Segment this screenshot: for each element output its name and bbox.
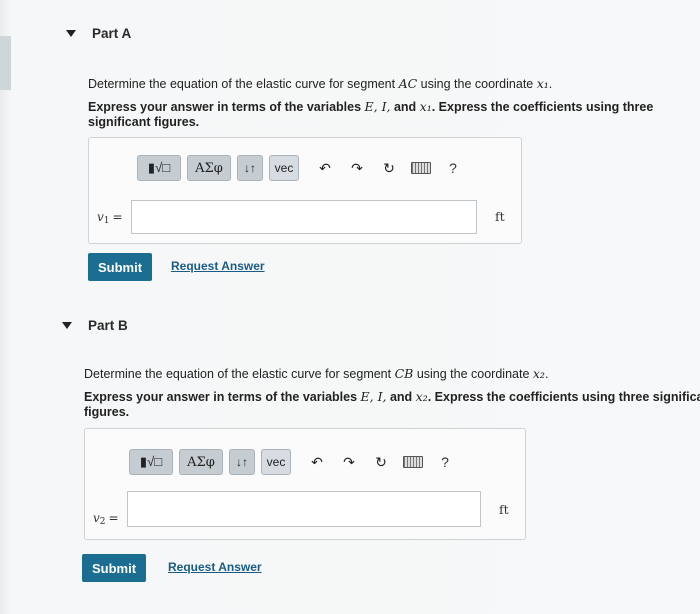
keyboard-glyph — [403, 456, 423, 468]
prompt-text: Determine the equation of the elastic cu… — [84, 367, 395, 381]
greek-symbols-button[interactable]: ΑΣφ — [179, 449, 223, 475]
v1-answer-input[interactable] — [131, 200, 477, 234]
segment-label: AC — [398, 76, 418, 91]
redo-icon[interactable]: ↷ — [345, 155, 369, 181]
part-a-submit-button[interactable]: Submit — [88, 253, 152, 281]
part-b-instruction: Express your answer in terms of the vari… — [84, 389, 700, 405]
instruction-var: x₂ — [415, 389, 428, 404]
reset-icon[interactable]: ↻ — [377, 155, 401, 181]
instruction-text: Express your answer in terms of the vari… — [88, 100, 365, 114]
undo-icon[interactable]: ↶ — [305, 449, 329, 475]
part-a-header[interactable]: Part A — [66, 26, 131, 41]
part-a-prompt: Determine the equation of the elastic cu… — [88, 76, 552, 91]
v2-label: v2 = — [93, 511, 119, 527]
templates-button[interactable]: ▮√□ — [137, 155, 181, 181]
var-name: v — [97, 210, 104, 224]
page: Part A Determine the equation of the ela… — [0, 0, 700, 614]
part-b-instruction-line2: figures. — [84, 405, 130, 419]
redo-icon[interactable]: ↷ — [337, 449, 361, 475]
equals-sign: = — [112, 210, 123, 224]
templates-button[interactable]: ▮√□ — [129, 449, 173, 475]
var-subscript: 1 — [103, 216, 110, 226]
instruction-vars: E, I, — [364, 99, 391, 114]
equals-sign: = — [108, 511, 119, 525]
part-b-title: Part B — [88, 318, 128, 333]
prompt-text: . — [548, 77, 553, 91]
help-icon[interactable]: ? — [433, 449, 457, 475]
segment-label: CB — [394, 366, 414, 381]
part-a-answer-box: ▮√□ ΑΣφ ↓↑ vec ↶ ↷ ↻ ? v1 = ft — [88, 137, 522, 244]
left-edge-strip — [0, 36, 11, 90]
collapse-caret-icon[interactable] — [66, 30, 76, 37]
vector-button[interactable]: vec — [269, 155, 299, 181]
part-a-title: Part A — [92, 26, 132, 41]
v2-answer-input[interactable] — [127, 491, 481, 527]
part-a-request-answer-link[interactable]: Request Answer — [171, 259, 265, 273]
instruction-text: and — [386, 390, 416, 404]
subscript-superscript-button[interactable]: ↓↑ — [229, 449, 255, 475]
var-subscript: 2 — [99, 517, 106, 527]
collapse-caret-icon[interactable] — [62, 322, 72, 329]
vector-button[interactable]: vec — [261, 449, 291, 475]
prompt-text: using the coordinate — [417, 77, 537, 91]
keyboard-icon[interactable] — [401, 449, 425, 475]
greek-symbols-button[interactable]: ΑΣφ — [187, 155, 231, 181]
instruction-text: and — [390, 100, 420, 114]
reset-icon[interactable]: ↻ — [369, 449, 393, 475]
undo-icon[interactable]: ↶ — [313, 155, 337, 181]
var-name: v — [93, 511, 100, 525]
part-b-submit-button[interactable]: Submit — [82, 554, 146, 582]
instruction-vars: E, I, — [360, 389, 387, 404]
prompt-text: Determine the equation of the elastic cu… — [88, 77, 399, 91]
part-b-request-answer-link[interactable]: Request Answer — [168, 560, 262, 574]
v2-unit: ft — [499, 502, 509, 517]
keyboard-icon[interactable] — [409, 155, 433, 181]
coordinate-var: x₁ — [536, 76, 549, 91]
prompt-text: using the coordinate — [413, 367, 533, 381]
math-toolbar: ▮√□ ΑΣφ ↓↑ vec ↶ ↷ ↻ ? — [137, 155, 465, 181]
v1-unit: ft — [495, 209, 505, 224]
coordinate-var: x₂ — [532, 366, 545, 381]
instruction-text: . Express the coefficients using three s… — [427, 390, 700, 404]
keyboard-glyph — [411, 162, 431, 174]
subscript-superscript-button[interactable]: ↓↑ — [237, 155, 263, 181]
part-b-header[interactable]: Part B — [62, 318, 128, 333]
instruction-text: Express your answer in terms of the vari… — [84, 390, 361, 404]
help-icon[interactable]: ? — [441, 155, 465, 181]
part-b-answer-box: ▮√□ ΑΣφ ↓↑ vec ↶ ↷ ↻ ? v2 = ft — [84, 428, 526, 540]
math-toolbar: ▮√□ ΑΣφ ↓↑ vec ↶ ↷ ↻ ? — [129, 449, 457, 475]
instruction-var: x₁ — [419, 99, 432, 114]
prompt-text: . — [544, 367, 549, 381]
v1-label: v1 = — [97, 210, 123, 226]
part-b-prompt: Determine the equation of the elastic cu… — [84, 366, 548, 381]
part-a-instruction: Express your answer in terms of the vari… — [88, 99, 698, 130]
